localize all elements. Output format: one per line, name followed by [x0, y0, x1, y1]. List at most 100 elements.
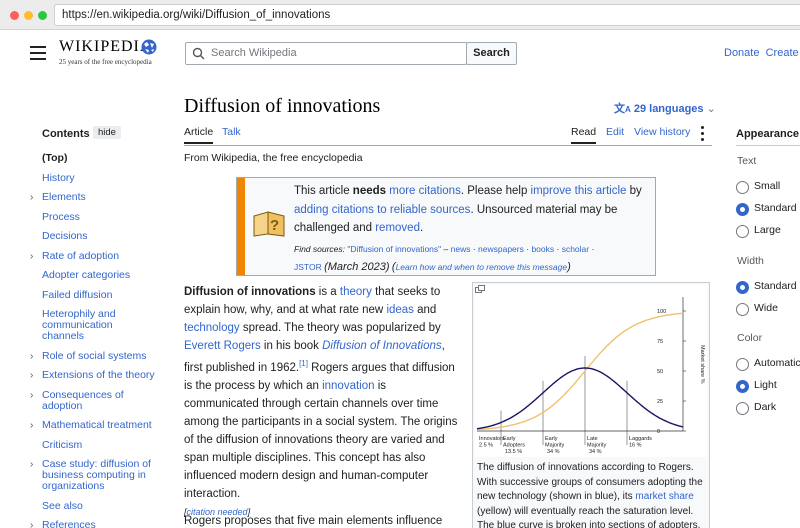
search-button[interactable]: Search [466, 42, 517, 65]
market-share-link[interactable]: market share [635, 491, 693, 502]
technology-link[interactable]: technology [184, 322, 240, 334]
toc-item[interactable]: (Top) [30, 153, 155, 164]
category-label: Majority [587, 443, 607, 449]
toc-item[interactable]: Heterophily and communication channels [30, 309, 155, 342]
more-citations-link[interactable]: more citations [389, 185, 461, 197]
more-tools-icon[interactable] [701, 126, 704, 144]
text-option-label[interactable]: Standard [754, 202, 797, 214]
diffusion-figure: 0 25 50 75 100 Market share % Innovators 2.5 % E… [472, 282, 710, 528]
chevron-right-icon[interactable]: › [30, 420, 33, 431]
tab-article[interactable]: Article [184, 126, 214, 144]
toc-item[interactable]: › Role of social systems [30, 350, 155, 362]
toc-item[interactable]: Failed diffusion [30, 288, 155, 301]
toc-item-label: Case study: diffusion of business comput… [42, 458, 151, 492]
color-radio-automatic[interactable] [736, 358, 749, 371]
tab-edit[interactable]: Edit [606, 126, 624, 142]
search-input[interactable]: Search Wikipedia [185, 42, 467, 65]
reference-1[interactable]: [1] [299, 359, 308, 368]
tab-read[interactable]: Read [571, 126, 597, 144]
text-radio-standard[interactable] [736, 203, 749, 216]
toc-item-label: Extensions of the theory [42, 369, 155, 381]
color-radio-light[interactable] [736, 380, 749, 393]
tabs-divider [184, 145, 712, 146]
toc-item[interactable]: Decisions [30, 231, 155, 242]
width-radio-wide[interactable] [736, 303, 749, 316]
chevron-right-icon[interactable]: › [30, 520, 33, 528]
wikipedia-wordmark[interactable]: WIKIPEDIA [59, 38, 152, 56]
toc-item[interactable]: History [30, 172, 155, 184]
color-radio-dark[interactable] [736, 402, 749, 415]
tab-talk[interactable]: Talk [222, 126, 241, 142]
adding-citations-link[interactable]: adding citations to reliable sources [294, 204, 470, 216]
chevron-right-icon[interactable]: › [30, 351, 33, 362]
toc-item-label: Adopter categories [42, 269, 131, 281]
address-bar[interactable]: https://en.wikipedia.org/wiki/Diffusion_… [54, 4, 800, 26]
books-link[interactable]: books [531, 244, 554, 254]
chevron-right-icon[interactable]: › [30, 192, 33, 203]
chevron-right-icon[interactable]: › [30, 390, 33, 401]
toc-item[interactable]: › References [30, 520, 155, 528]
question-book-icon: ? [253, 211, 285, 237]
notice-date: (March 2023) [324, 261, 390, 273]
category-label: Early [503, 436, 516, 442]
width-option-label[interactable]: Wide [754, 302, 778, 314]
diffusion-chart[interactable]: 0 25 50 75 100 Market share % Innovators2.5 % E… [475, 285, 707, 457]
text-radio-small[interactable] [736, 181, 749, 194]
color-option-label[interactable]: Dark [754, 401, 776, 413]
toc-item[interactable]: › Extensions of the theory [30, 369, 155, 382]
width-radio-standard[interactable] [736, 281, 749, 294]
toc-item[interactable]: › Rate of adoption [30, 250, 155, 262]
citation-notice: ? This article needs more citations. Ple… [236, 177, 656, 276]
close-window-icon[interactable] [10, 11, 19, 20]
toc-item-label: Failed diffusion [42, 288, 113, 301]
text-option-label[interactable]: Small [754, 180, 780, 192]
enlarge-icon[interactable] [475, 285, 485, 293]
text-option-label[interactable]: Large [754, 224, 781, 236]
toc-item[interactable]: Adopter categories [30, 270, 155, 281]
appearance-title: Appearance [736, 128, 799, 140]
color-option-label[interactable]: Light [754, 379, 777, 391]
book-link[interactable]: Diffusion of Innovations [322, 340, 442, 352]
create-account-link[interactable]: Create ac [766, 47, 800, 59]
chevron-right-icon[interactable]: › [30, 370, 33, 381]
find-sources: Find sources: "Diffusion of innovations"… [294, 244, 595, 273]
toc-item[interactable]: Process [30, 211, 155, 223]
svg-text:?: ? [270, 217, 279, 234]
chevron-right-icon[interactable]: › [30, 459, 33, 470]
everett-rogers-link[interactable]: Everett Rogers [184, 340, 261, 352]
removed-link[interactable]: removed [375, 222, 420, 234]
logo-tagline: 25 years of the free encyclopedia [59, 58, 152, 66]
scholar-link[interactable]: scholar [562, 244, 589, 254]
maximize-window-icon[interactable] [38, 11, 47, 20]
color-option-label[interactable]: Automatic [754, 357, 800, 369]
toc-item[interactable]: › Case study: diffusion of business compu… [30, 459, 155, 492]
main-menu-icon[interactable] [30, 46, 46, 60]
news-link[interactable]: news [451, 244, 471, 254]
toc-item-label: Consequences of adoption [42, 388, 124, 412]
minimize-window-icon[interactable] [24, 11, 33, 20]
toc-item[interactable]: › Mathematical treatment [30, 420, 155, 432]
donate-link[interactable]: Donate [724, 47, 759, 59]
newspapers-link[interactable]: newspapers [478, 244, 524, 254]
wikipedia-globe-icon[interactable] [140, 38, 158, 56]
toc-item[interactable]: See also [30, 500, 155, 512]
category-label: Adopters [503, 443, 525, 449]
theory-link[interactable]: theory [340, 286, 372, 298]
learn-remove-link[interactable]: Learn how and when to remove this messag… [396, 262, 568, 272]
language-button[interactable]: 文A 29 languages ⌄ [614, 100, 716, 116]
jstor-link[interactable]: JSTOR [294, 262, 322, 272]
browser-toolbar: https://en.wikipedia.org/wiki/Diffusion_… [0, 0, 800, 30]
toc-hide-button[interactable]: hide [93, 126, 121, 139]
toc-item[interactable]: › Elements [30, 192, 155, 204]
toc-item[interactable]: › Consequences of adoption [30, 388, 155, 412]
innovation-link[interactable]: innovation [322, 380, 374, 392]
source-query-link[interactable]: "Diffusion of innovations" [347, 244, 441, 254]
text-radio-large[interactable] [736, 225, 749, 238]
improve-article-link[interactable]: improve this article [531, 185, 627, 197]
search-icon [192, 47, 205, 60]
toc-item[interactable]: Criticism [30, 439, 155, 451]
tab-view-history[interactable]: View history [634, 126, 690, 142]
ideas-link[interactable]: ideas [386, 304, 414, 316]
chevron-right-icon[interactable]: › [30, 251, 33, 262]
width-option-label[interactable]: Standard [754, 280, 797, 292]
